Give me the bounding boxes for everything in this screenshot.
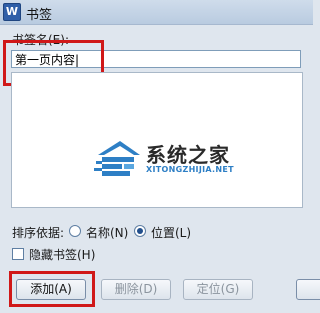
hide-bookmarks-label[interactable]: 隐藏书签(H)	[29, 246, 95, 263]
watermark-subtitle: XITONGZHIJIA.NET	[146, 165, 234, 174]
window-title: 书签	[26, 8, 53, 23]
add-button[interactable]: 添加(A)	[16, 279, 86, 300]
bookmark-name-label: 书签名(E):	[12, 33, 69, 47]
goto-button[interactable]: 定位(G)	[183, 279, 253, 300]
sort-by-name-label[interactable]: 名称(N)	[86, 224, 128, 241]
partial-button[interactable]	[296, 279, 320, 300]
house-logo-icon	[94, 141, 140, 176]
sort-by-position-radio[interactable]	[134, 225, 146, 237]
sort-by-name-radio[interactable]	[69, 225, 81, 237]
watermark-title: 系统之家	[146, 143, 230, 167]
bookmark-name-input[interactable]	[11, 50, 301, 68]
sort-by-position-label[interactable]: 位置(L)	[151, 224, 191, 241]
bookmark-list[interactable]: 系统之家 XITONGZHIJIA.NET	[11, 72, 303, 208]
delete-button[interactable]: 删除(D)	[101, 279, 171, 300]
watermark-logo: 系统之家 XITONGZHIJIA.NET	[94, 137, 254, 187]
title-bar[interactable]: W 书签	[0, 0, 313, 25]
sort-label: 排序依据:	[12, 226, 65, 240]
w-app-icon: W	[3, 3, 21, 21]
hide-bookmarks-checkbox[interactable]	[12, 248, 24, 260]
